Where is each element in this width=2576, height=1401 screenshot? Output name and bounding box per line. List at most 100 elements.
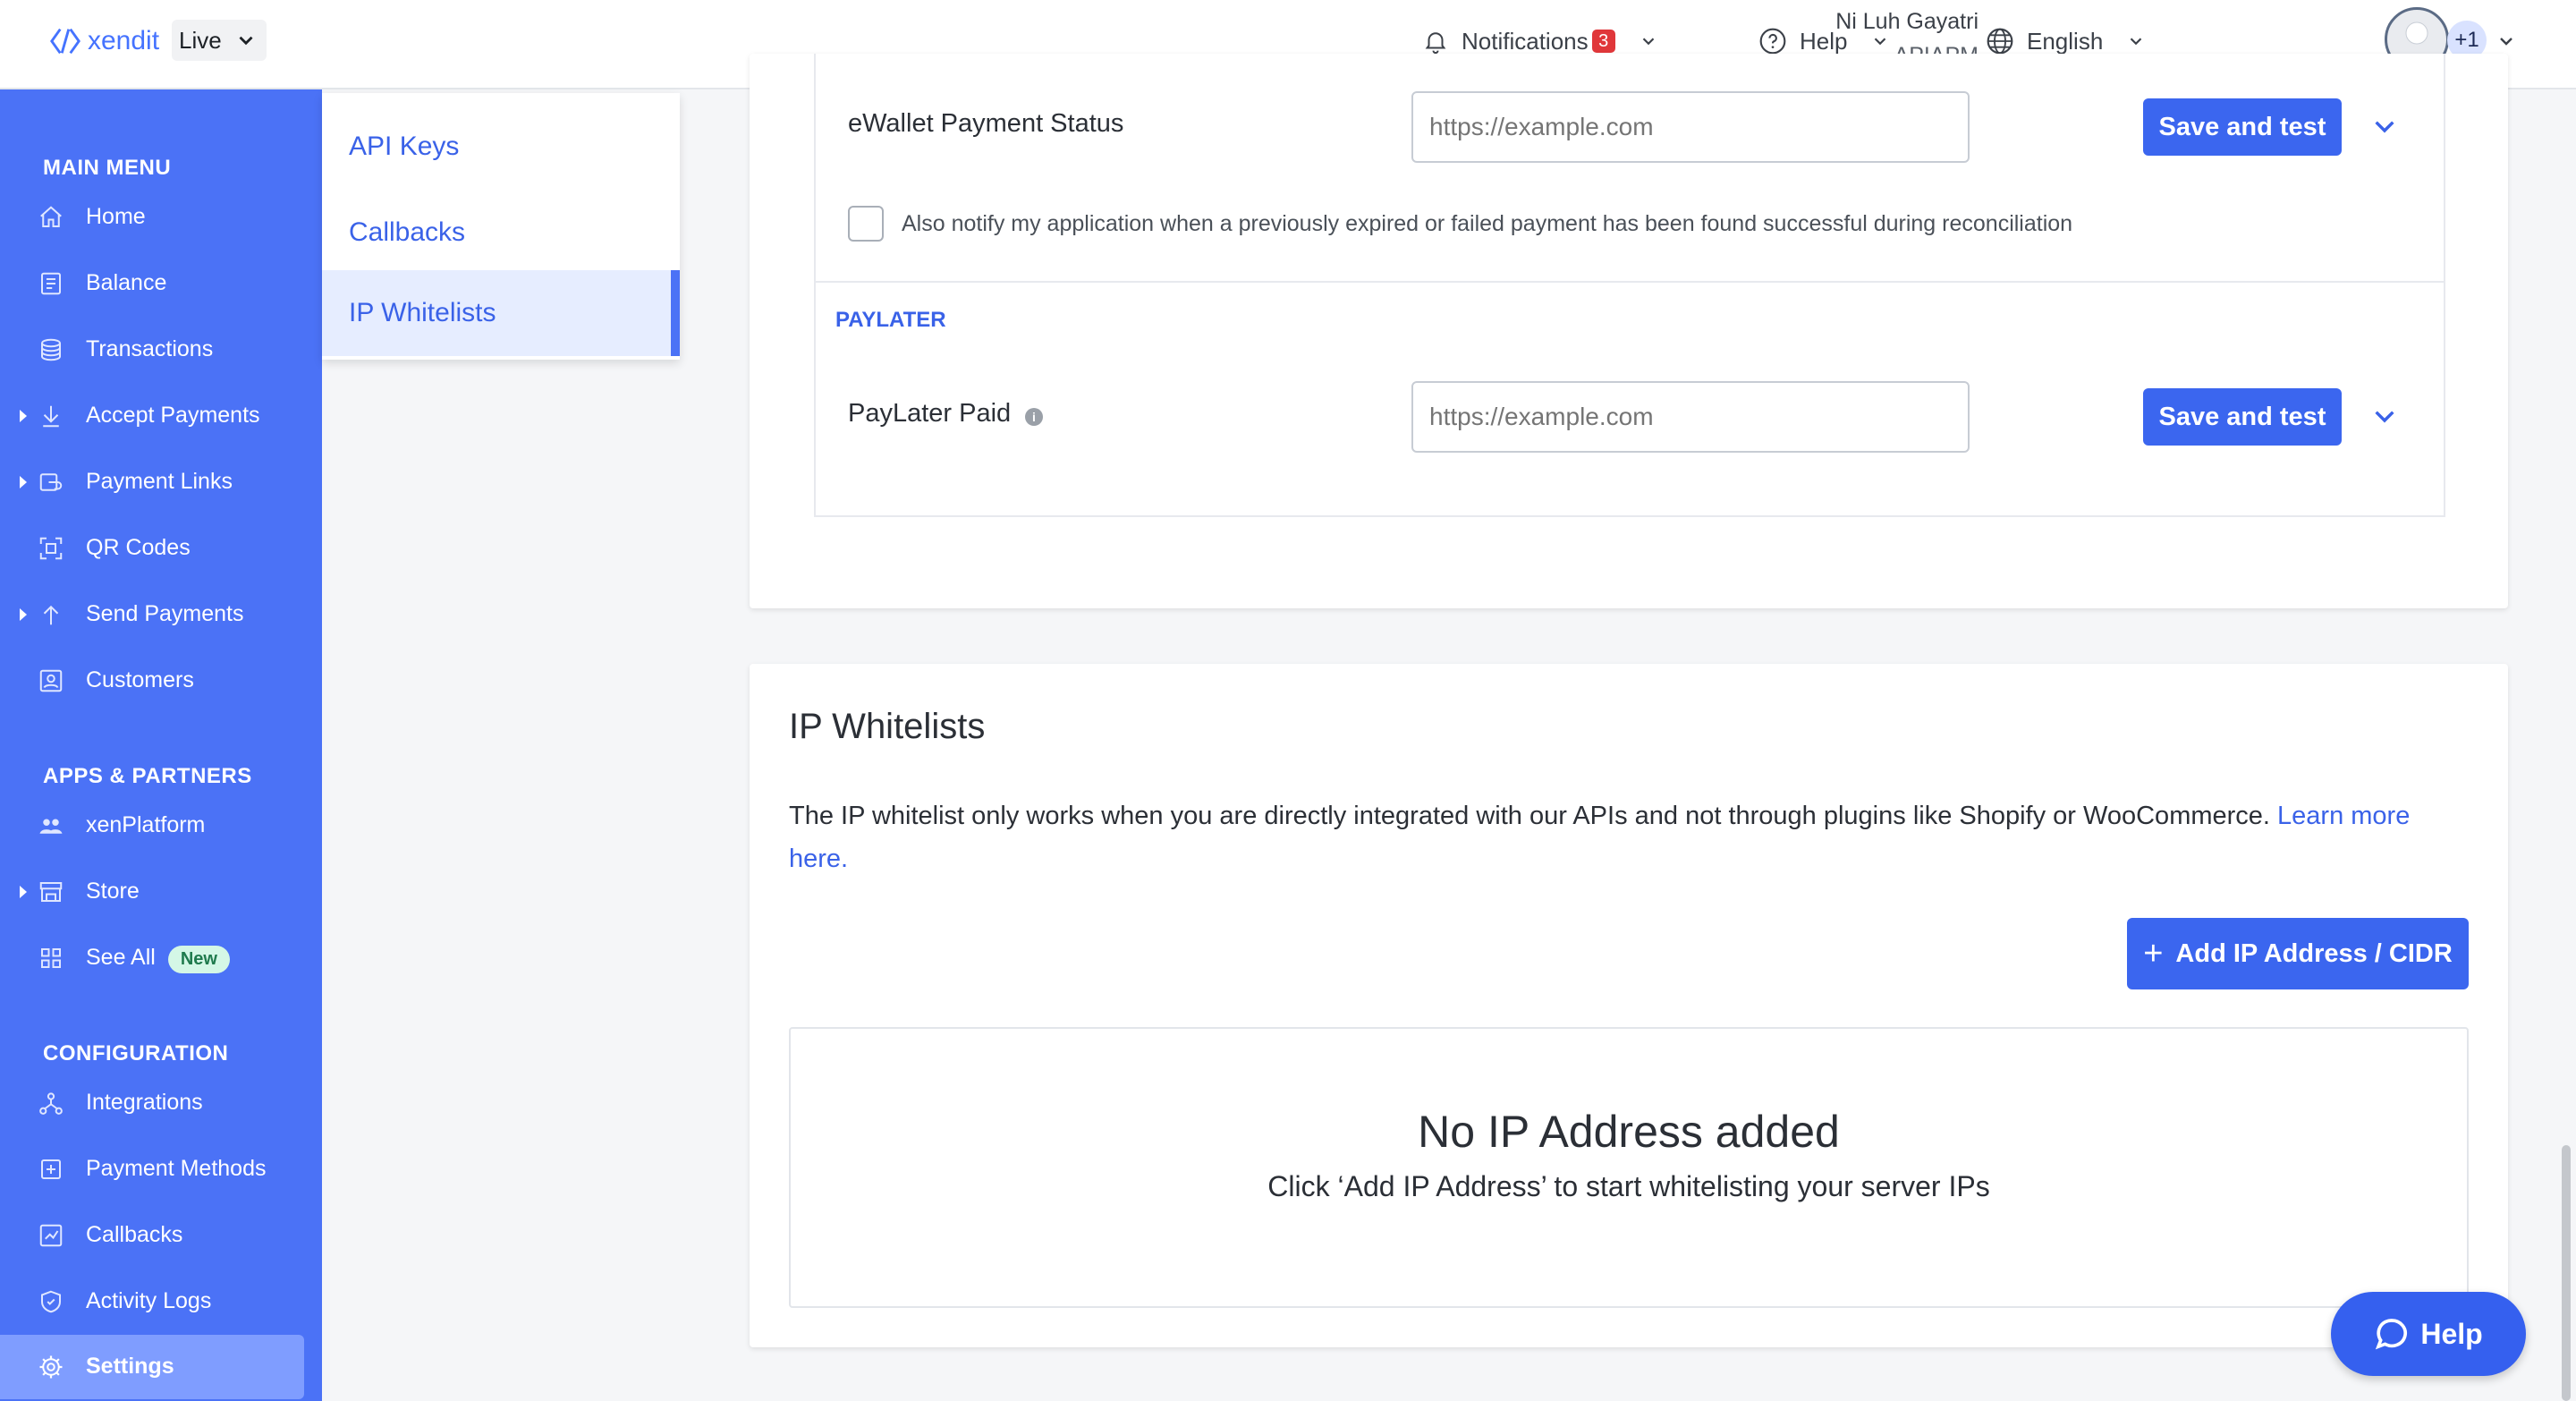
integrations-icon — [39, 1092, 63, 1115]
sidebar-item-integrations[interactable]: Integrations — [0, 1077, 322, 1129]
send-payments-icon — [43, 605, 59, 625]
callbacks-card: eWallet Payment Status Save and test Als… — [750, 54, 2508, 608]
help-chat-label: Help — [2420, 1317, 2483, 1350]
sidebar-item-label: Home — [86, 204, 146, 229]
empty-state-title: No IP Address added — [1418, 1107, 1840, 1157]
add-ip-address-label: Add IP Address / CIDR — [2175, 938, 2453, 968]
home-icon — [40, 206, 62, 227]
mode-select-value: Live — [179, 26, 222, 54]
payment-links-icon — [39, 473, 63, 491]
store-icon — [39, 882, 63, 902]
ewallet-url-input[interactable] — [1411, 91, 1970, 163]
empty-state-subtitle: Click ‘Add IP Address’ to start whitelis… — [1267, 1170, 1990, 1202]
sidebar-item-label: QR Codes — [86, 535, 191, 560]
sidebar-item-payment-methods[interactable]: Payment Methods — [0, 1143, 322, 1195]
sidebar-item-accept-payments[interactable]: Accept Payments — [0, 390, 322, 442]
qr-code-icon — [39, 537, 63, 560]
sidebar-item-store[interactable]: Store — [0, 866, 322, 918]
xendit-logo[interactable]: xendit — [48, 21, 159, 61]
sidebar-item-label: Activity Logs — [86, 1288, 212, 1313]
xenplatform-icon — [39, 819, 63, 834]
paylater-url-input[interactable] — [1411, 381, 1970, 453]
sidebar-item-xenplatform[interactable]: xenPlatform — [0, 800, 322, 852]
caret-right-icon — [20, 410, 27, 422]
subnav-item-api-keys[interactable]: API Keys — [322, 104, 680, 190]
sidebar: MAIN MENU Home Balance Transactions Acce… — [0, 89, 322, 1401]
sidebar-item-label: Store — [86, 879, 140, 904]
sidebar-item-callbacks[interactable]: Callbacks — [0, 1210, 322, 1261]
callbacks-icon — [39, 1224, 63, 1247]
grid-icon — [41, 948, 61, 968]
caret-right-icon — [20, 476, 27, 488]
sidebar-item-label: Integrations — [86, 1090, 203, 1115]
sidebar-item-label: Settings — [86, 1354, 174, 1379]
info-icon[interactable]: i — [1025, 408, 1043, 426]
help-circle-icon — [1759, 28, 1786, 55]
chevron-down-icon[interactable] — [2370, 403, 2399, 431]
language-label: English — [2027, 27, 2104, 55]
gear-icon — [39, 1355, 63, 1379]
sidebar-item-settings[interactable]: Settings — [0, 1335, 304, 1399]
ewallet-save-and-test-button[interactable]: Save and test — [2143, 98, 2342, 156]
mode-select[interactable]: Live — [172, 20, 267, 61]
sidebar-item-activity-logs[interactable]: Activity Logs — [0, 1276, 322, 1328]
add-ip-address-button[interactable]: + Add IP Address / CIDR — [2127, 918, 2469, 989]
ip-whitelists-description: The IP whitelist only works when you are… — [789, 794, 2470, 880]
paylater-paid-label: PayLater Paid — [848, 399, 1012, 428]
notifications-label: Notifications — [1462, 27, 1589, 55]
sidebar-item-label: Customers — [86, 667, 194, 692]
reconciliation-checkbox[interactable] — [848, 206, 884, 242]
see-all-label: See All — [86, 945, 156, 970]
sidebar-item-label: See All New — [86, 945, 230, 973]
ip-whitelists-description-text: The IP whitelist only works when you are… — [789, 802, 2270, 830]
chevron-down-icon[interactable] — [2496, 30, 2517, 52]
main-menu-heading: MAIN MENU — [43, 156, 172, 180]
activity-logs-icon — [41, 1290, 61, 1313]
new-badge: New — [167, 946, 230, 973]
help-chat-button[interactable]: Help — [2331, 1292, 2526, 1376]
reconciliation-checkbox-label: Also notify my application when a previo… — [902, 211, 2073, 236]
brand-name: xendit — [88, 26, 160, 55]
subnav-item-ip-whitelists[interactable]: IP Whitelists — [322, 270, 680, 356]
caret-right-icon — [20, 886, 27, 898]
user-name[interactable]: Ni Luh Gayatri — [1835, 9, 1979, 35]
apps-partners-heading: APPS & PARTNERS — [43, 764, 252, 788]
page-scrollbar[interactable] — [2562, 1145, 2571, 1401]
caret-right-icon — [20, 608, 27, 621]
sidebar-item-payment-links[interactable]: Payment Links — [0, 456, 322, 508]
sidebar-item-balance[interactable]: Balance — [0, 258, 322, 310]
sidebar-item-label: Payment Links — [86, 469, 233, 494]
chevron-down-icon[interactable] — [2370, 113, 2399, 141]
chevron-down-icon — [2131, 38, 2142, 46]
sidebar-item-customers[interactable]: Customers — [0, 655, 322, 707]
paylater-group-label: PAYLATER — [835, 308, 946, 332]
sidebar-item-label: Accept Payments — [86, 403, 260, 428]
chevron-down-icon — [1642, 38, 1654, 46]
accept-payments-icon — [43, 405, 59, 428]
sidebar-item-transactions[interactable]: Transactions — [0, 324, 322, 376]
divider — [816, 281, 2444, 283]
sidebar-item-see-all[interactable]: See All New — [0, 932, 322, 984]
sidebar-item-send-payments[interactable]: Send Payments — [0, 589, 322, 641]
sidebar-item-label: Callbacks — [86, 1222, 183, 1247]
ip-whitelists-card: IP Whitelists The IP whitelist only work… — [750, 664, 2508, 1347]
globe-icon — [1987, 28, 2013, 55]
paylater-save-and-test-button[interactable]: Save and test — [2143, 388, 2342, 446]
ip-list-empty-state: No IP Address added Click ‘Add IP Addres… — [789, 1027, 2469, 1308]
notifications-count-badge: 3 — [1591, 30, 1615, 53]
sidebar-item-home[interactable]: Home — [0, 191, 322, 243]
balance-icon — [41, 272, 61, 295]
sidebar-item-label: Balance — [86, 270, 167, 295]
sidebar-item-label: Send Payments — [86, 601, 244, 626]
ewallet-payment-status-label: eWallet Payment Status — [848, 109, 1124, 138]
ip-whitelists-title: IP Whitelists — [789, 707, 986, 746]
configuration-heading: CONFIGURATION — [43, 1041, 229, 1066]
chat-bubble-icon — [2376, 1319, 2408, 1350]
xendit-logo-icon — [50, 28, 80, 55]
transactions-icon — [41, 338, 61, 361]
bell-icon — [1425, 32, 1446, 55]
sidebar-item-label: Transactions — [86, 336, 214, 361]
settings-subnav: API Keys Callbacks IP Whitelists — [322, 93, 680, 360]
subnav-item-callbacks[interactable]: Callbacks — [322, 190, 680, 276]
sidebar-item-qr-codes[interactable]: QR Codes — [0, 522, 322, 574]
